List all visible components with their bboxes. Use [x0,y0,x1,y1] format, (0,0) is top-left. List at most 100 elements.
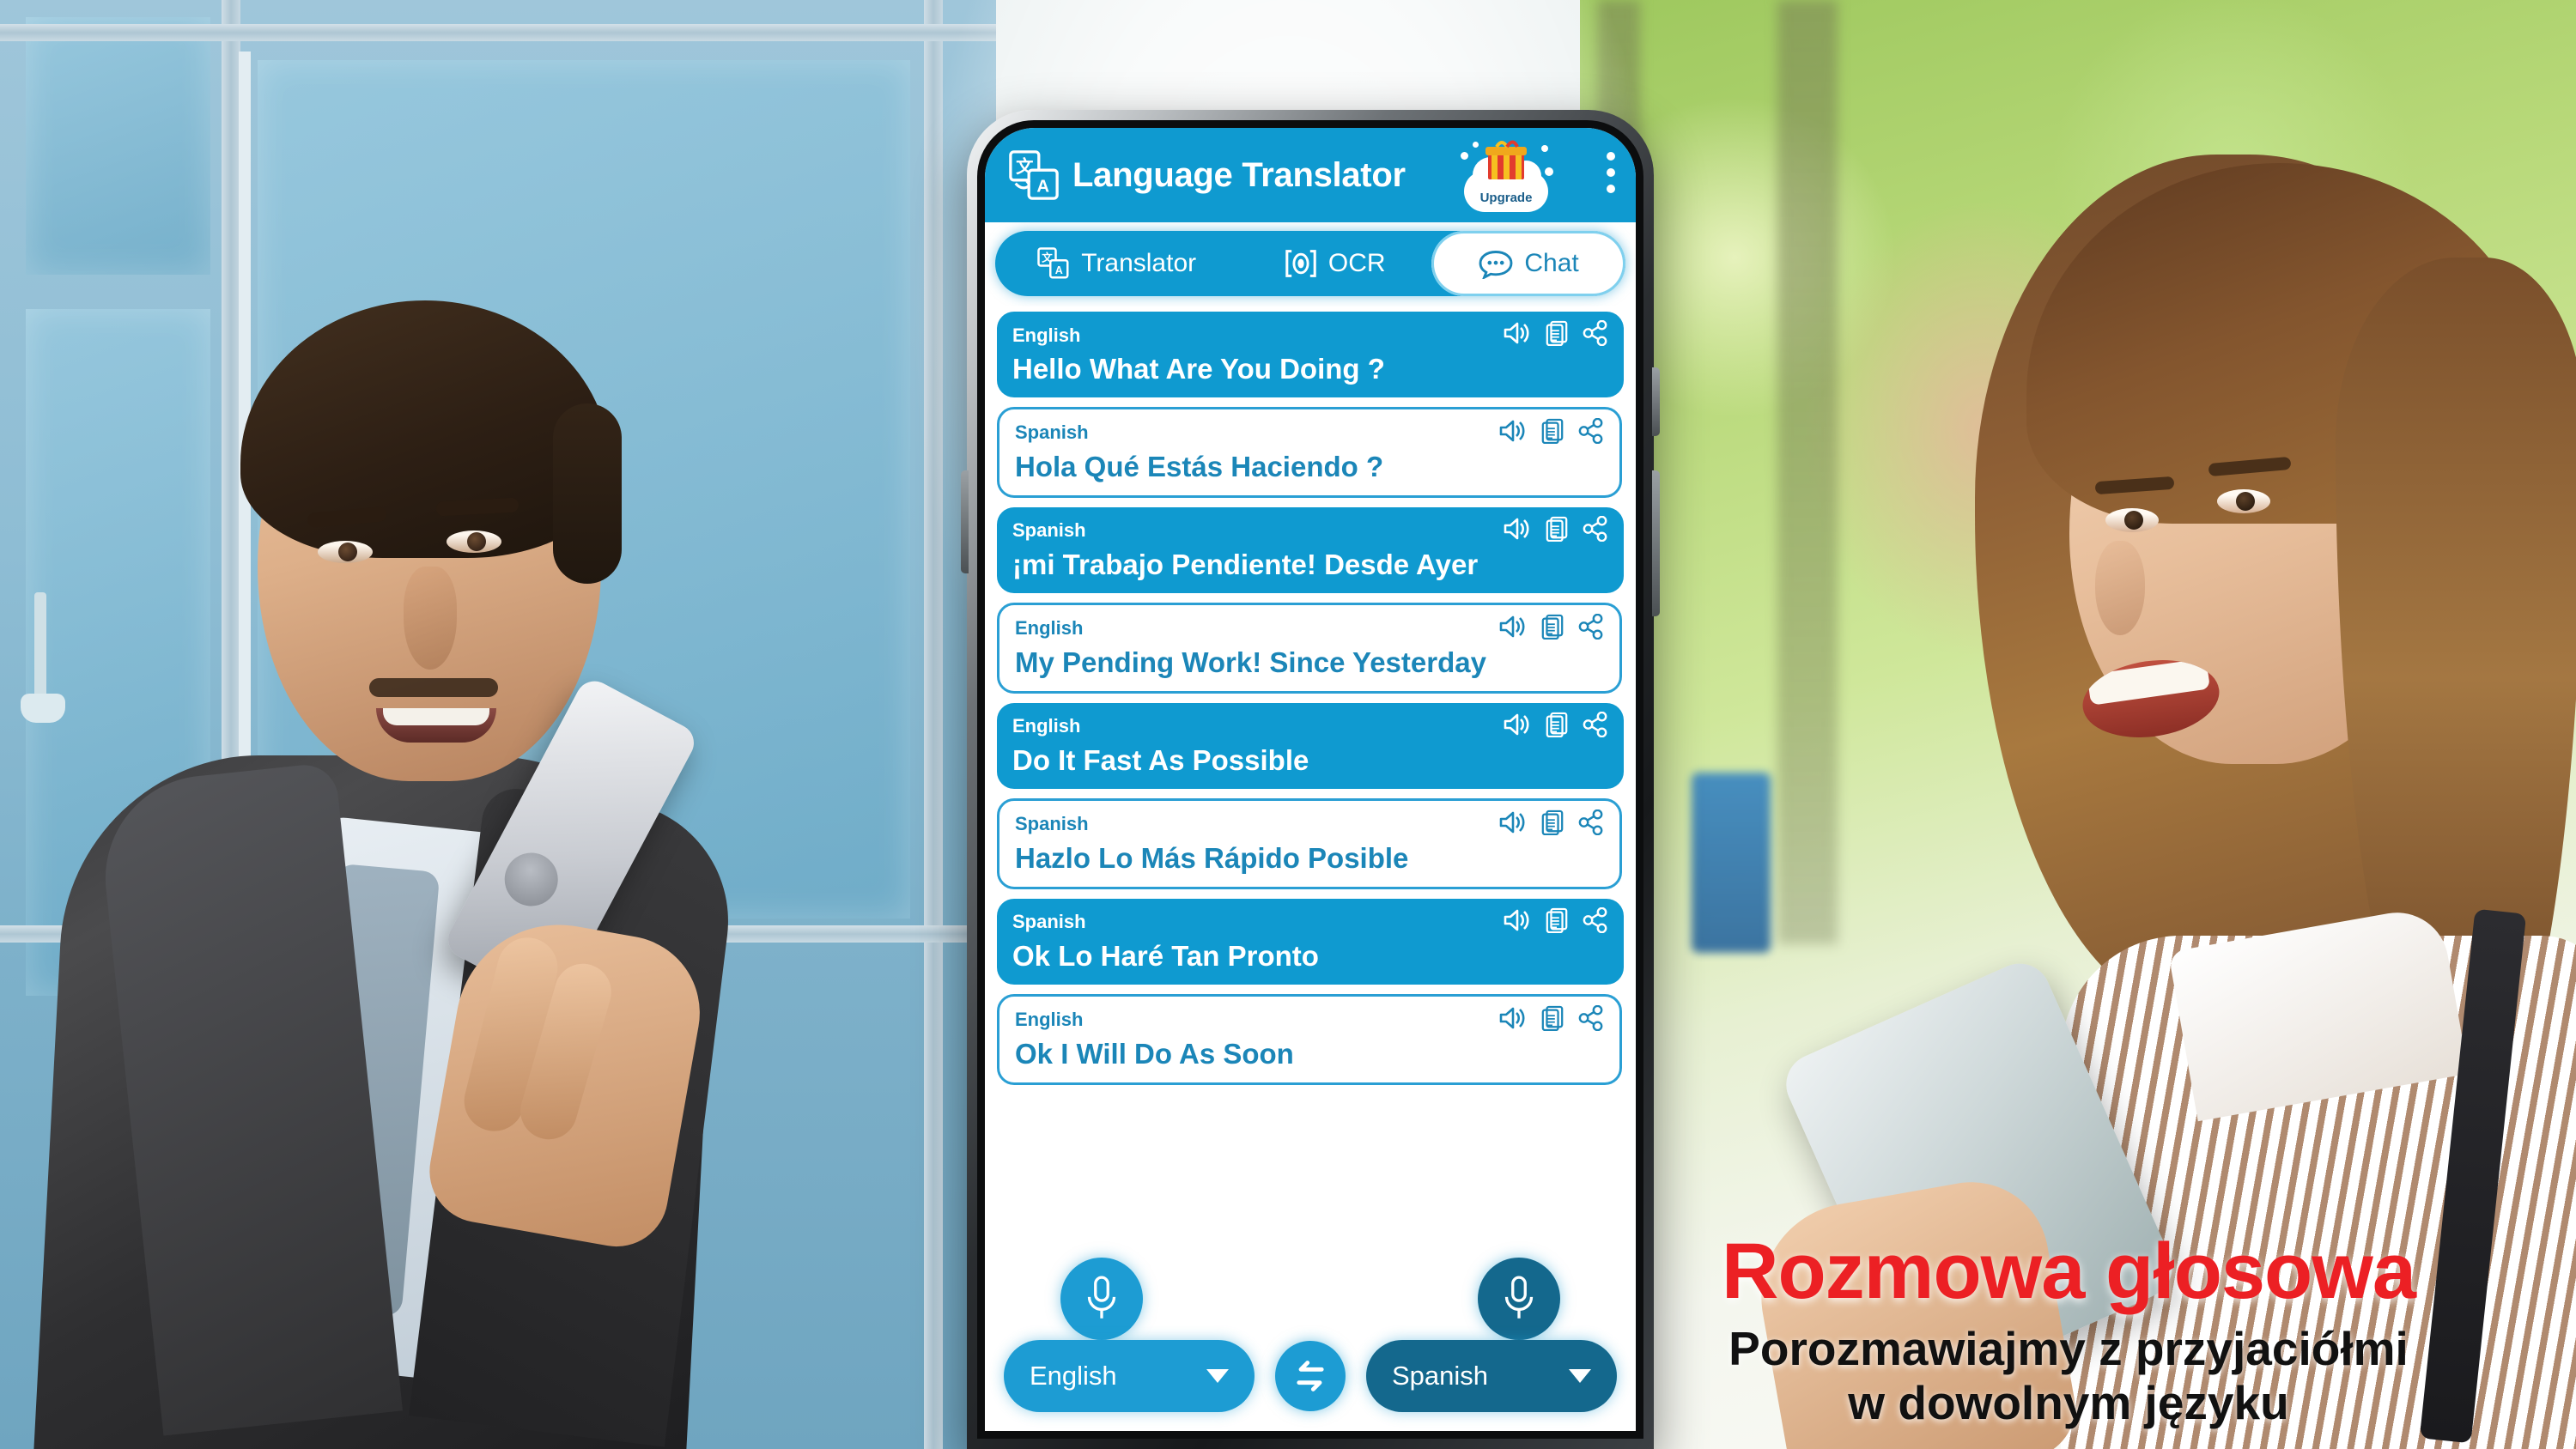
tab-ocr[interactable]: OCR [1237,231,1431,296]
copy-icon[interactable] [1540,809,1564,840]
speaker-icon[interactable] [1498,1005,1527,1035]
tab-ocr-label: OCR [1327,249,1386,277]
microphone-icon [1087,1276,1116,1319]
bubble-header: English [1015,1004,1604,1035]
bubble-text: Hola Qué Estás Haciendo ? [1015,450,1384,482]
phone-power-button[interactable] [1652,470,1660,616]
mic-button-source[interactable] [1060,1258,1143,1340]
window-mullion [924,0,943,1449]
bubble-language-label: English [1012,715,1081,737]
chat-message-list[interactable]: English Hello What Are You Doing ? Spanish… [985,306,1636,1251]
share-icon[interactable] [1578,417,1604,448]
bubble-text: Hello What Are You Doing ? [1012,353,1385,385]
upgrade-badge[interactable]: Upgrade [1459,138,1553,214]
promo-headline: Rozmowa głosowa [1722,1227,2416,1315]
chat-bubble[interactable]: Spanish Hazlo Lo Más Rápido Posible [997,797,1622,889]
bubble-header: Spanish [1012,515,1608,546]
bubble-text: ¡mi Trabajo Pendiente! Desde Ayer [1012,548,1479,580]
share-icon[interactable] [1578,1004,1604,1035]
translate-icon: 文 A [1007,149,1060,202]
sparkle-dot [1545,167,1553,176]
bubble-header: Spanish [1015,417,1604,448]
man-mouth [376,708,496,743]
chat-row: Spanish Hola Qué Estás Haciendo ? [997,406,1624,498]
chat-bubble[interactable]: Spanish ¡mi Trabajo Pendiente! Desde Ayer [997,506,1624,593]
bubble-actions [1502,319,1608,350]
copy-icon[interactable] [1545,712,1569,742]
chat-bubble[interactable]: English Hello What Are You Doing ? [997,312,1624,397]
share-icon[interactable] [1583,711,1608,742]
bubble-text: Ok Lo Haré Tan Pronto [1012,939,1319,972]
upgrade-label: Upgrade [1479,191,1533,205]
chevron-down-icon [1206,1369,1229,1383]
speaker-icon[interactable] [1502,712,1531,742]
share-icon[interactable] [1583,906,1608,937]
bubble-language-label: English [1012,324,1081,346]
tab-translator[interactable]: 文 A Translator [995,231,1237,296]
copy-icon[interactable] [1540,614,1564,644]
speaker-icon[interactable] [1498,809,1527,840]
tab-translator-label: Translator [1081,249,1197,277]
bubble-actions [1502,711,1608,742]
promo-subline-2: w dowolnym języku [1848,1376,2289,1430]
chat-bubble[interactable]: English My Pending Work! Since Yesterday [997,602,1622,694]
chat-row: Spanish Ok Lo Haré Tan Pronto [997,898,1624,985]
swap-languages-button[interactable] [1275,1341,1346,1411]
sparkle-dot [1541,145,1548,152]
speaker-icon[interactable] [1502,907,1531,937]
phone-volume-button[interactable] [961,470,969,573]
app-title: Language Translator [1072,155,1406,194]
glass-pane [26,17,210,275]
copy-icon[interactable] [1545,516,1569,546]
copy-icon[interactable] [1545,907,1569,937]
bubble-language-label: Spanish [1015,421,1089,444]
speaker-icon[interactable] [1502,516,1531,546]
phone-mute-button[interactable] [1652,367,1660,436]
bubble-actions [1502,906,1608,937]
chat-bubble[interactable]: Spanish Ok Lo Haré Tan Pronto [997,898,1624,985]
speaker-icon[interactable] [1502,320,1531,350]
share-icon[interactable] [1583,515,1608,546]
share-icon[interactable] [1578,809,1604,840]
source-language-dropdown[interactable]: English [1004,1340,1255,1412]
copy-icon[interactable] [1540,418,1564,448]
kebab-menu-icon[interactable] [1607,152,1615,201]
swap-arrows-icon [1297,1361,1324,1391]
svg-text:A: A [1036,177,1049,196]
chat-row: Spanish Hazlo Lo Más Rápido Posible [997,797,1624,889]
bubble-actions [1502,515,1608,546]
chat-row: English Do It Fast As Possible [997,702,1624,789]
tab-chat-label: Chat [1524,249,1579,277]
tab-chat[interactable]: Chat [1431,231,1625,296]
gift-box-icon [1483,140,1529,179]
share-icon[interactable] [1583,319,1608,350]
app-header: 文 A Language Translator Upgrade [985,128,1636,222]
promo-text-block: Rozmowa głosowa Porozmawiajmy z przyjaci… [1575,1232,2562,1430]
copy-icon[interactable] [1540,1005,1564,1035]
bubble-language-label: Spanish [1012,519,1086,542]
mic-button-target[interactable] [1478,1258,1560,1340]
bubble-header: English [1012,711,1608,742]
bubble-header: Spanish [1015,809,1604,840]
speaker-icon[interactable] [1498,418,1527,448]
bubble-header: English [1015,613,1604,644]
share-icon[interactable] [1578,613,1604,644]
bubble-text: Ok I Will Do As Soon [1015,1037,1294,1070]
chat-bubble[interactable]: English Do It Fast As Possible [997,702,1624,789]
target-language-label: Spanish [1392,1361,1489,1391]
speaker-icon[interactable] [1498,614,1527,644]
chat-bubble[interactable]: Spanish Hola Qué Estás Haciendo ? [997,406,1622,498]
chat-bubble[interactable]: English Ok I Will Do As Soon [997,993,1622,1085]
copy-icon[interactable] [1545,320,1569,350]
sparkle-dot [1461,152,1468,160]
bubble-language-label: English [1015,1009,1084,1031]
chat-row: English Hello What Are You Doing ? [997,312,1624,397]
bubble-actions [1498,613,1604,644]
microphone-icon [1504,1276,1534,1319]
bubble-actions [1498,1004,1604,1035]
tree-trunk [1777,0,1838,944]
woman-eye-left [2105,508,2159,532]
phone-mockup: 文 A Language Translator Upgrade 文 A Tran… [961,110,1660,1449]
man-eye-right [447,530,501,553]
woman-nose [2095,541,2145,635]
